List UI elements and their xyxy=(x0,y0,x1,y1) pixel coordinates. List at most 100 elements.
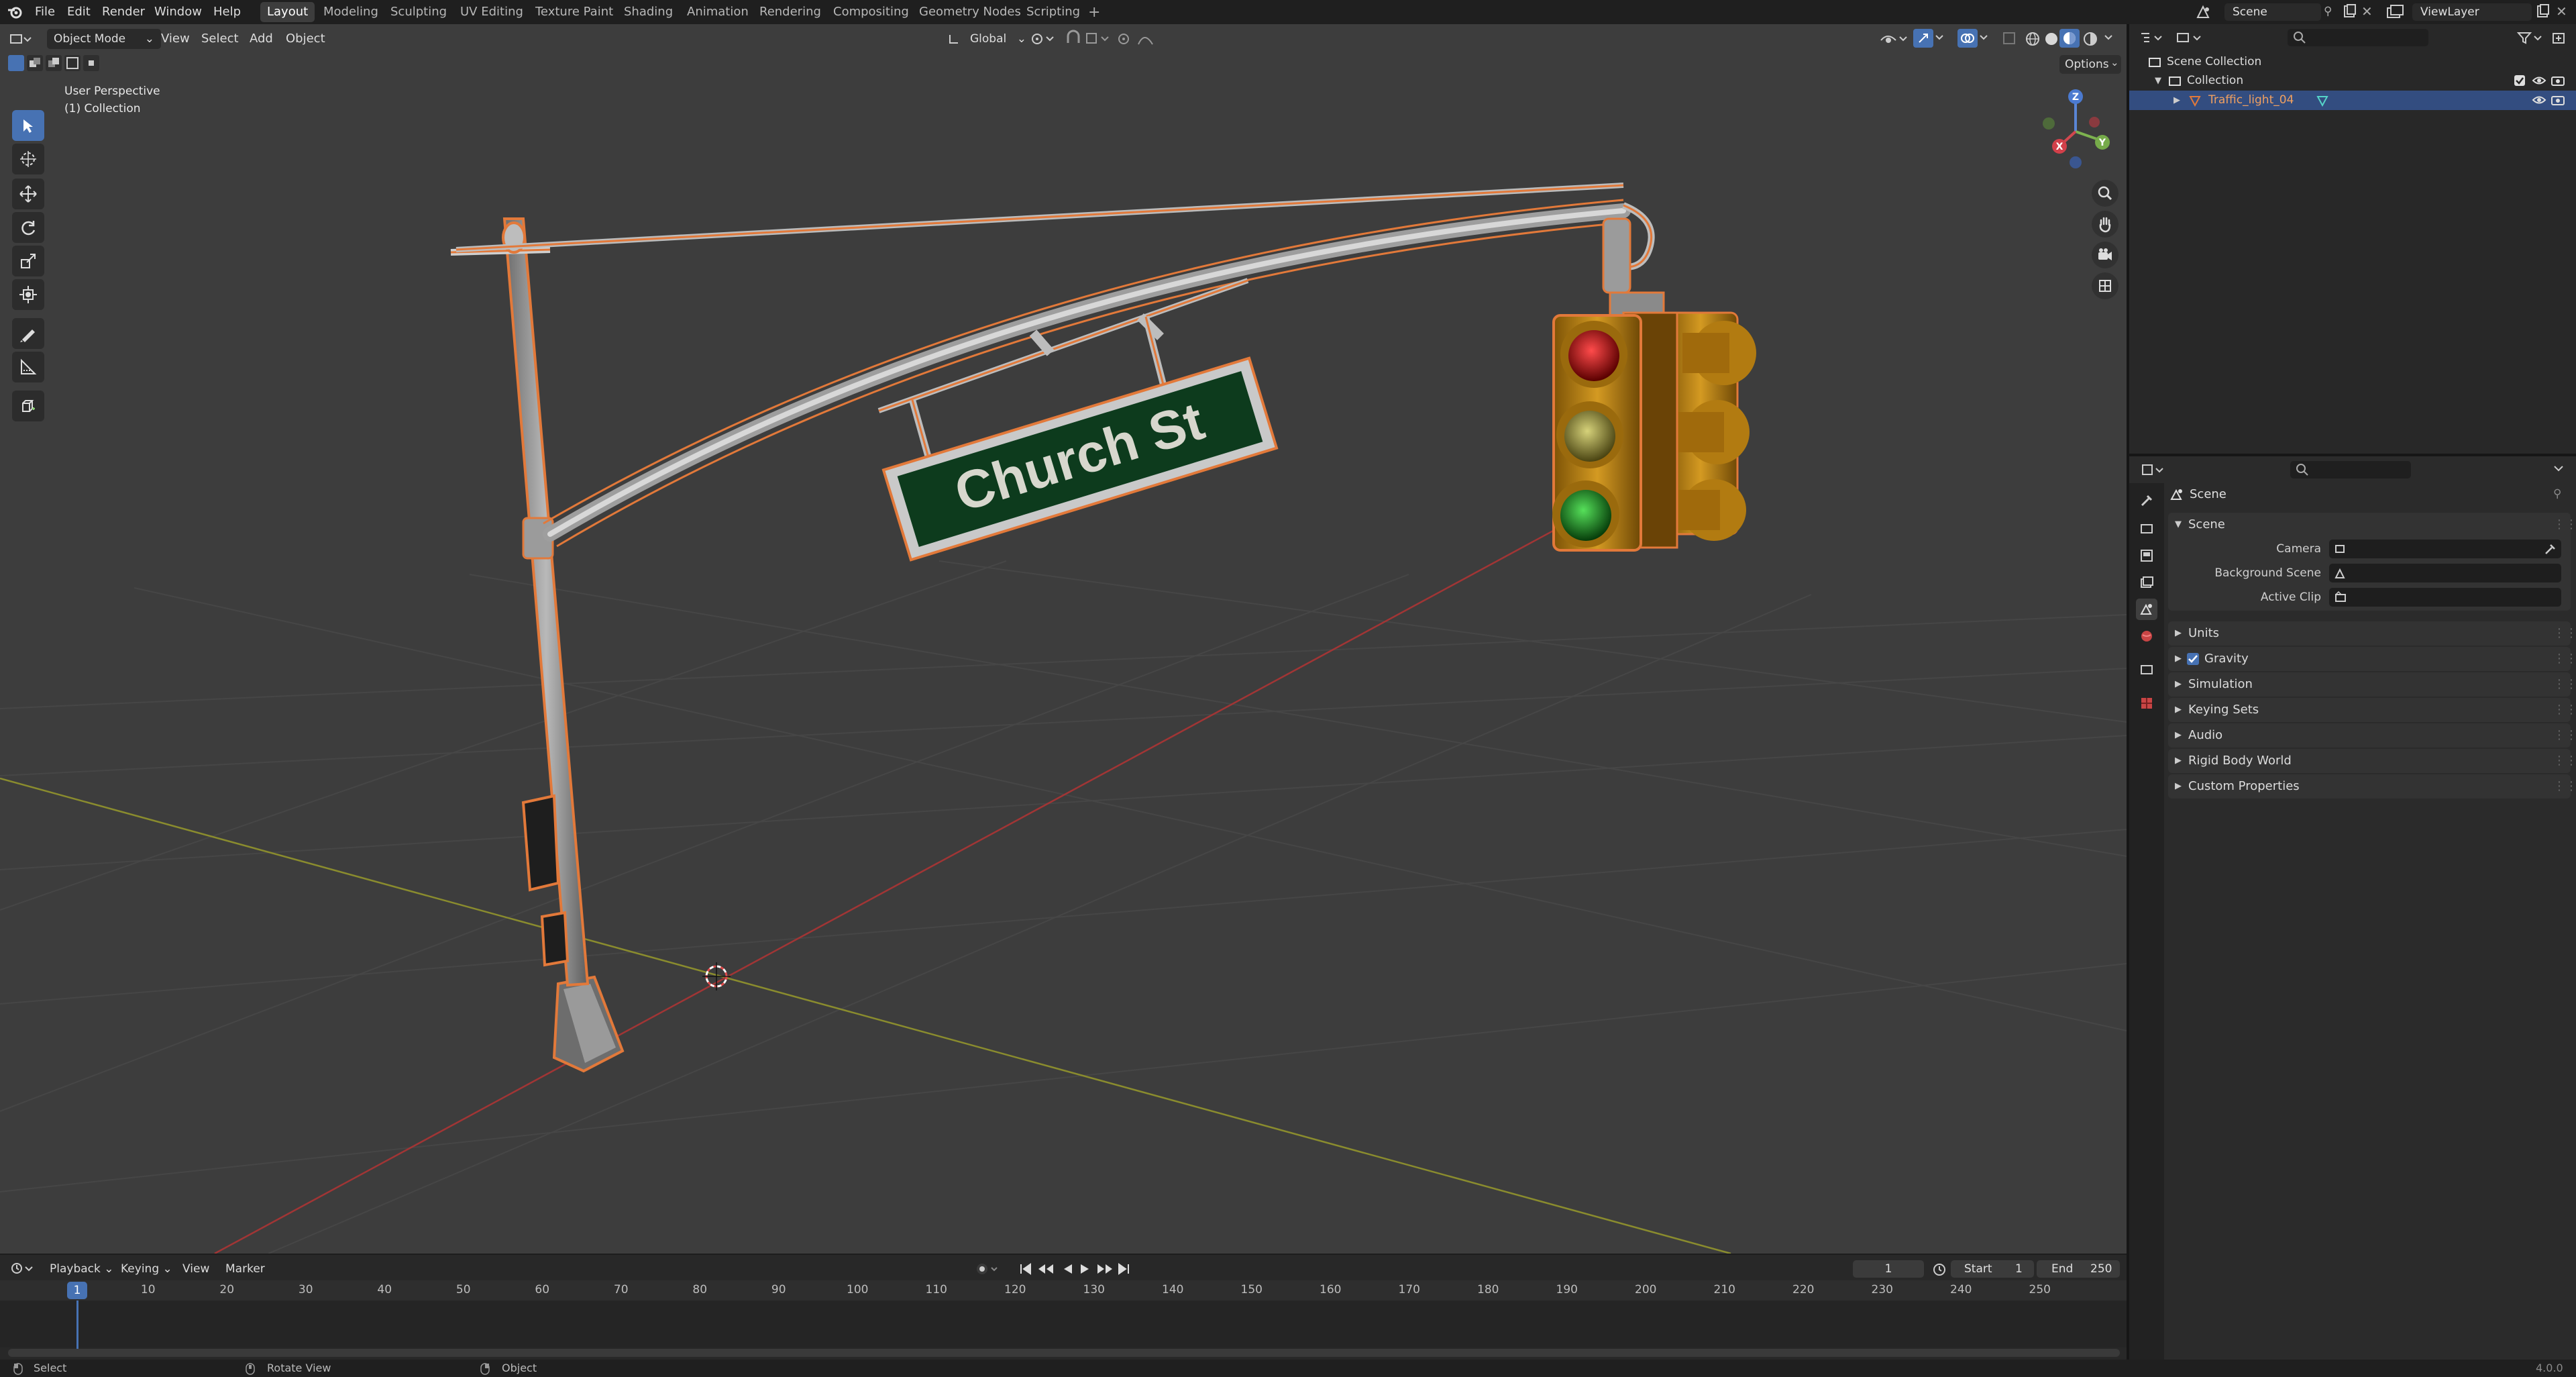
scale-tool[interactable] xyxy=(12,246,44,276)
keying-sets-section[interactable]: ▶ Keying Sets ⋮⋮ xyxy=(2168,698,2576,722)
outliner-search-input[interactable] xyxy=(2288,29,2428,46)
snap-target-icon[interactable] xyxy=(1084,31,1111,47)
xray-toggle-icon[interactable] xyxy=(2002,31,2017,46)
outliner-row-traffic-light[interactable]: ▶ Traffic_light_04 xyxy=(2129,91,2576,110)
tab-modeling[interactable]: Modeling xyxy=(317,2,385,22)
menu-add[interactable]: Add xyxy=(244,30,278,48)
new-view-layer-icon[interactable] xyxy=(2536,4,2551,19)
custom-properties-section[interactable]: ▶ Custom Properties ⋮⋮ xyxy=(2168,774,2576,799)
render-tab-icon[interactable] xyxy=(2136,518,2157,540)
proportional-editing-icon[interactable] xyxy=(1116,32,1131,46)
tab-layout[interactable]: Layout xyxy=(260,2,315,22)
rendered-shading-icon[interactable] xyxy=(2082,31,2098,47)
traffic-light-object[interactable]: Church St xyxy=(450,183,1756,1073)
material-preview-shading-icon[interactable] xyxy=(2059,29,2080,48)
transform-tool[interactable] xyxy=(12,279,44,310)
mesh-data-icon[interactable] xyxy=(2316,94,2329,107)
move-tool[interactable] xyxy=(12,178,44,209)
select-intersect-icon[interactable] xyxy=(83,55,99,71)
drag-handle-icon[interactable]: ⋮⋮ xyxy=(2553,723,2576,748)
drag-handle-icon[interactable]: ⋮⋮ xyxy=(2553,621,2576,646)
navigation-gizmo[interactable]: Z Y X xyxy=(2035,85,2116,172)
gravity-section[interactable]: ▶ Gravity ⋮⋮ xyxy=(2168,647,2576,671)
drag-handle-icon[interactable]: ⋮⋮ xyxy=(2553,698,2576,722)
signal-head[interactable] xyxy=(1552,291,1756,552)
add-cube-tool[interactable] xyxy=(12,391,44,421)
chevron-down-icon[interactable] xyxy=(2104,34,2113,42)
editor-type-icon[interactable] xyxy=(2140,31,2163,44)
tool-tab-icon[interactable] xyxy=(2136,490,2157,511)
falloff-icon[interactable] xyxy=(1136,31,1157,47)
close-scene-icon[interactable]: ✕ xyxy=(2361,3,2373,19)
world-tab-icon[interactable] xyxy=(2136,625,2157,647)
chevron-down-icon[interactable] xyxy=(2553,464,2564,474)
rotate-tool[interactable] xyxy=(12,212,44,243)
playhead[interactable]: 1 xyxy=(67,1282,87,1299)
menu-edit[interactable]: Edit xyxy=(63,0,95,24)
drag-handle-icon[interactable]: ⋮⋮ xyxy=(2553,647,2576,671)
tab-uv-editing[interactable]: UV Editing xyxy=(453,2,530,22)
eye-icon[interactable] xyxy=(2532,93,2546,107)
render-camera-icon[interactable] xyxy=(2551,93,2565,107)
audio-section[interactable]: ▶ Audio ⋮⋮ xyxy=(2168,723,2576,748)
cursor-tool[interactable] xyxy=(12,144,44,174)
solid-shading-icon[interactable] xyxy=(2043,31,2059,47)
transform-orientation-icon[interactable] xyxy=(947,32,962,46)
units-section[interactable]: ▶ Units ⋮⋮ xyxy=(2168,621,2576,646)
filter-icon[interactable] xyxy=(2517,31,2544,44)
mode-dropdown[interactable]: Object Mode ⌄ xyxy=(47,29,161,49)
tab-animation[interactable]: Animation xyxy=(680,2,755,22)
scene-tab-icon[interactable] xyxy=(2136,599,2157,620)
gravity-checkbox[interactable] xyxy=(2187,653,2199,665)
chevron-down-icon[interactable] xyxy=(1979,34,1988,42)
exclude-checkbox[interactable] xyxy=(2514,75,2525,86)
display-mode-icon[interactable] xyxy=(2176,31,2203,44)
overlays-toggle-icon[interactable] xyxy=(1957,29,1978,48)
tab-texture-paint[interactable]: Texture Paint xyxy=(529,2,620,22)
camera-field[interactable] xyxy=(2329,540,2561,558)
eye-icon[interactable] xyxy=(2532,74,2546,87)
texture-tab-icon[interactable] xyxy=(2136,693,2157,714)
new-collection-icon[interactable] xyxy=(2551,31,2568,46)
snap-icon[interactable] xyxy=(1064,30,1084,47)
drag-handle-icon[interactable]: ⋮⋮ xyxy=(2553,513,2576,537)
menu-select[interactable]: Select xyxy=(196,30,244,48)
expand-arrow-icon[interactable]: ▼ xyxy=(2155,71,2161,91)
select-new-icon[interactable] xyxy=(8,55,24,71)
tab-compositing[interactable]: Compositing xyxy=(826,2,916,22)
chevron-down-icon[interactable] xyxy=(1935,34,1944,42)
view-layer-tab-icon[interactable] xyxy=(2136,572,2157,593)
simulation-section[interactable]: ▶ Simulation ⋮⋮ xyxy=(2168,672,2576,697)
editor-type-icon[interactable] xyxy=(2141,463,2164,476)
blender-logo-icon[interactable] xyxy=(7,5,23,19)
close-view-layer-icon[interactable]: ✕ xyxy=(2556,3,2567,19)
menu-object[interactable]: Object xyxy=(280,30,331,48)
view-layer-field[interactable]: ViewLayer xyxy=(2412,3,2532,21)
editor-type-icon[interactable] xyxy=(9,32,32,46)
3d-cursor[interactable] xyxy=(702,962,731,990)
tab-shading[interactable]: Shading xyxy=(617,2,680,22)
outliner-row-scene-collection[interactable]: Scene Collection xyxy=(2129,52,2576,72)
background-scene-field[interactable] xyxy=(2329,564,2561,582)
pin-icon[interactable]: ⚲ xyxy=(2553,487,2561,501)
tab-scripting[interactable]: Scripting xyxy=(1020,2,1087,22)
render-camera-icon[interactable] xyxy=(2551,74,2565,87)
drag-handle-icon[interactable]: ⋮⋮ xyxy=(2553,749,2576,773)
menu-window[interactable]: Window xyxy=(150,0,206,24)
new-scene-icon[interactable] xyxy=(2343,4,2357,19)
eyedropper-icon[interactable] xyxy=(2544,542,2557,556)
timeline-scrollbar[interactable] xyxy=(8,1349,2120,1357)
options-dropdown[interactable]: Options ⌄ xyxy=(2059,55,2121,74)
orthographic-toggle-icon[interactable] xyxy=(2092,272,2118,299)
tab-rendering[interactable]: Rendering xyxy=(753,2,828,22)
outliner-row-collection[interactable]: ▼ Collection xyxy=(2129,71,2576,91)
tab-geometry-nodes[interactable]: Geometry Nodes xyxy=(912,2,1028,22)
measure-tool[interactable] xyxy=(12,352,44,382)
expand-arrow-icon[interactable]: ▶ xyxy=(2174,91,2180,110)
gizmo-toggle-icon[interactable] xyxy=(1913,29,1933,48)
select-invert-icon[interactable] xyxy=(64,55,80,71)
menu-view[interactable]: View xyxy=(156,30,195,48)
menu-file[interactable]: File xyxy=(31,0,59,24)
3d-viewport[interactable]: Church St Object Mode ⌄ View Select Add … xyxy=(0,24,2127,1254)
select-extend-icon[interactable] xyxy=(27,55,43,71)
